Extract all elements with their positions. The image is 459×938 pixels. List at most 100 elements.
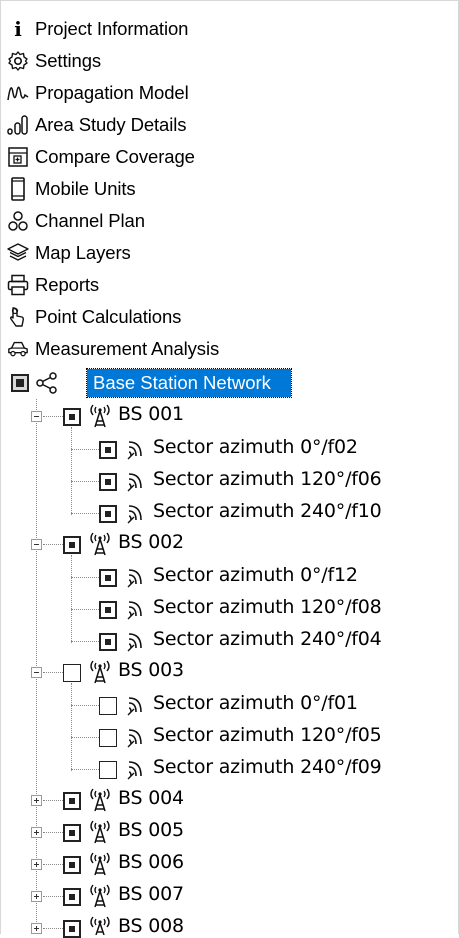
- menu-item-map-layers[interactable]: Map Layers: [1, 237, 131, 269]
- sector-checkbox[interactable]: [99, 633, 117, 651]
- sector-antenna-icon: [125, 470, 149, 494]
- layers-icon: [7, 241, 29, 265]
- sector-label[interactable]: Sector azimuth 120°/f06: [153, 468, 382, 490]
- tree-line: [43, 416, 63, 417]
- channel-nodes-icon: [7, 209, 29, 233]
- menu-item-label: Compare Coverage: [35, 146, 195, 167]
- navigation-panel: i Project Information Settings Propagati…: [0, 0, 459, 938]
- bar-signal-icon: [7, 113, 29, 137]
- menu-item-settings[interactable]: Settings: [1, 45, 101, 77]
- expander-plus[interactable]: [31, 827, 42, 838]
- menu-item-compare-coverage[interactable]: Compare Coverage: [1, 141, 195, 173]
- menu-item-label: Reports: [35, 274, 100, 295]
- tree-line: [43, 864, 63, 865]
- bs-002-checkbox[interactable]: [63, 536, 81, 554]
- menu-item-propagation-model[interactable]: Propagation Model: [1, 77, 189, 109]
- menu-item-point-calculations[interactable]: Point Calculations: [1, 301, 181, 333]
- mobile-phone-icon: [7, 177, 29, 201]
- tree-line: [43, 544, 63, 545]
- sector-label[interactable]: Sector azimuth 0°/f02: [153, 436, 358, 458]
- sector-label[interactable]: Sector azimuth 240°/f10: [153, 500, 382, 522]
- sector-checkbox[interactable]: [99, 569, 117, 587]
- bs-008-checkbox[interactable]: [63, 920, 81, 938]
- sector-label[interactable]: Sector azimuth 0°/f12: [153, 564, 358, 586]
- sector-label[interactable]: Sector azimuth 240°/f09: [153, 756, 382, 778]
- menu-item-channel-plan[interactable]: Channel Plan: [1, 205, 145, 237]
- sector-checkbox[interactable]: [99, 729, 117, 747]
- expander-plus[interactable]: [31, 891, 42, 902]
- menu-item-mobile-units[interactable]: Mobile Units: [1, 173, 136, 205]
- sector-label[interactable]: Sector azimuth 120°/f08: [153, 596, 382, 618]
- gear-icon: [7, 49, 29, 73]
- printer-icon: [7, 273, 29, 297]
- antenna-tower-icon: [87, 851, 113, 877]
- antenna-tower-icon: [87, 531, 113, 557]
- menu-item-area-study-details[interactable]: Area Study Details: [1, 109, 187, 141]
- sector-checkbox[interactable]: [99, 761, 117, 779]
- bs-003-label[interactable]: BS 003: [118, 659, 184, 681]
- sector-antenna-icon: [125, 502, 149, 526]
- tree-line: [71, 513, 99, 514]
- bs-007-label[interactable]: BS 007: [118, 883, 184, 905]
- menu-item-label: Settings: [35, 50, 102, 71]
- tree-line: [43, 672, 63, 673]
- tree-line: [71, 481, 99, 482]
- antenna-tower-icon: [87, 403, 113, 429]
- menu-item-project-information[interactable]: i Project Information: [1, 13, 188, 45]
- bs-007-checkbox[interactable]: [63, 888, 81, 906]
- bs-001-checkbox[interactable]: [63, 408, 81, 426]
- menu-item-label: Project Information: [35, 18, 189, 39]
- menu-item-label: Measurement Analysis: [35, 338, 220, 359]
- bs-002-label[interactable]: BS 002: [118, 531, 184, 553]
- expander-plus[interactable]: [31, 923, 42, 934]
- base-station-network-label[interactable]: Base Station Network: [86, 368, 292, 398]
- bs-006-label[interactable]: BS 006: [118, 851, 184, 873]
- bs-004-checkbox[interactable]: [63, 792, 81, 810]
- antenna-tower-icon: [87, 787, 113, 813]
- sector-antenna-icon: [125, 758, 149, 782]
- tree-line: [71, 427, 72, 515]
- expander-plus[interactable]: [31, 795, 42, 806]
- antenna-tower-icon: [87, 915, 113, 935]
- tree-line: [71, 641, 99, 642]
- tree-line: [71, 737, 99, 738]
- compare-icon: [7, 145, 29, 169]
- tree-line: [71, 769, 99, 770]
- antenna-tower-icon: [87, 659, 113, 685]
- tree-line: [71, 577, 99, 578]
- sector-antenna-icon: [125, 694, 149, 718]
- menu-item-label: Channel Plan: [35, 210, 145, 231]
- sector-checkbox[interactable]: [99, 505, 117, 523]
- base-station-network-checkbox[interactable]: [11, 374, 29, 392]
- bs-005-label[interactable]: BS 005: [118, 819, 184, 841]
- bs-006-checkbox[interactable]: [63, 856, 81, 874]
- sector-checkbox[interactable]: [99, 441, 117, 459]
- expander-minus[interactable]: [31, 539, 42, 550]
- sector-label[interactable]: Sector azimuth 0°/f01: [153, 692, 358, 714]
- sector-antenna-icon: [125, 566, 149, 590]
- sector-checkbox[interactable]: [99, 697, 117, 715]
- tree-line: [71, 555, 72, 643]
- sector-antenna-icon: [125, 630, 149, 654]
- bs-003-checkbox[interactable]: [63, 664, 81, 682]
- bs-001-label[interactable]: BS 001: [118, 403, 184, 425]
- sector-checkbox[interactable]: [99, 473, 117, 491]
- expander-minus[interactable]: [31, 667, 42, 678]
- menu-item-label: Propagation Model: [35, 82, 189, 103]
- menu-item-label: Map Layers: [35, 242, 131, 263]
- waveform-icon: [7, 81, 29, 105]
- sector-label[interactable]: Sector azimuth 120°/f05: [153, 724, 382, 746]
- menu-item-measurement-analysis[interactable]: Measurement Analysis: [1, 333, 219, 365]
- sector-antenna-icon: [125, 438, 149, 462]
- sector-checkbox[interactable]: [99, 601, 117, 619]
- bs-004-label[interactable]: BS 004: [118, 787, 184, 809]
- sector-label[interactable]: Sector azimuth 240°/f04: [153, 628, 382, 650]
- tree-line: [43, 928, 63, 929]
- expander-minus[interactable]: [31, 411, 42, 422]
- bs-005-checkbox[interactable]: [63, 824, 81, 842]
- menu-item-reports[interactable]: Reports: [1, 269, 99, 301]
- network-share-icon: [35, 371, 59, 395]
- expander-plus[interactable]: [31, 859, 42, 870]
- bs-008-label[interactable]: BS 008: [118, 915, 184, 937]
- sector-antenna-icon: [125, 726, 149, 750]
